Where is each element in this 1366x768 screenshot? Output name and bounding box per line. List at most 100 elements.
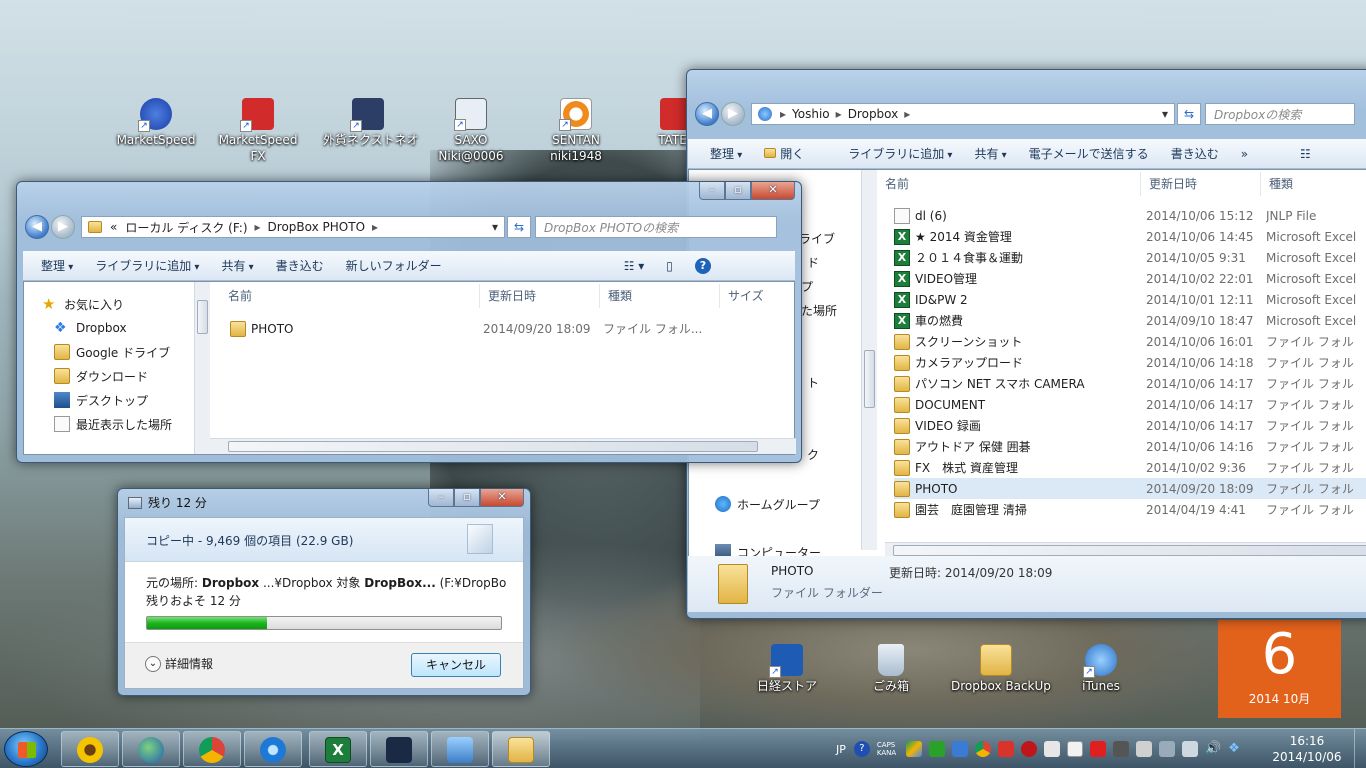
desktop-icon-saxo[interactable]: ↗ SAXO Niki@0006 [426,98,516,164]
system-clock[interactable]: 16:16 2014/10/06 [1272,733,1342,765]
antivirus-tray-icon[interactable] [1021,741,1038,757]
printer-tray-icon[interactable] [1113,741,1130,757]
explorer-window-dropbox-photo[interactable]: – ▫ ✕ ◀ ▶ « ローカル ディスク (F:) ▸ DropBox PHO… [16,181,802,463]
desktop-icon-dropbox-backup[interactable]: Dropbox BackUp [951,644,1051,694]
calendar-gadget[interactable]: 6 2014 10月 [1218,620,1341,718]
close-button[interactable]: ✕ [751,182,795,200]
nav-item-desktop[interactable]: デスクトップ [42,388,197,412]
file-row[interactable]: PHOTO 2014/09/20 18:09 ファイル フォル... [230,318,790,339]
back-button[interactable]: ◀ [25,215,49,239]
desktop-icon-sentan[interactable]: ↗ SENTAN niki1948 [531,98,621,164]
file-list-hscrollbar[interactable] [210,438,796,454]
taskbar-app-sunflower[interactable] [61,731,119,767]
organize-menu[interactable]: 整理 [710,145,742,162]
address-dropdown-icon[interactable]: ▾ [1162,107,1168,121]
file-row[interactable]: アウトドア 保健 囲碁 2014/10/06 14:16 ファイル フォル [894,436,1366,457]
search-input[interactable]: Dropboxの検索 [1205,103,1355,125]
security-tray-icon[interactable] [998,741,1015,757]
start-button[interactable] [4,731,48,767]
check-tray-icon[interactable] [929,741,946,757]
window-tray-icon[interactable] [1044,741,1061,757]
nav-item-recent-places[interactable]: 最近表示した場所 [42,412,197,436]
burn-button[interactable]: 書き込む [276,257,324,274]
file-row[interactable]: スクリーンショット 2014/10/06 16:01 ファイル フォル [894,331,1366,352]
file-row[interactable]: パソコン NET スマホ CAMERA 2014/10/06 14:17 ファイル … [894,373,1366,394]
desktop-icon-tate[interactable]: TATE niki [640,98,686,148]
refresh-icon[interactable]: ⇆ [507,216,531,238]
column-name[interactable]: 名前 [220,284,480,308]
calendar-tray-icon[interactable] [1067,741,1084,757]
desktop-icon-itunes[interactable]: ↗ iTunes [1056,644,1146,694]
share-menu[interactable]: 共有 [974,145,1006,162]
search-input[interactable]: DropBox PHOTOの検索 [535,216,777,238]
file-row[interactable]: FX 株式 資産管理 2014/10/02 9:36 ファイル フォル [894,457,1366,478]
minimize-button[interactable]: – [428,489,454,507]
nav-item-google-drive[interactable]: Google ドライブ [42,340,197,364]
ime-status[interactable]: CAPS KANA [877,741,896,757]
nav-item-favorites[interactable]: ★ お気に入り [42,292,197,316]
file-row[interactable]: カメラアップロード 2014/10/06 14:18 ファイル フォル [894,352,1366,373]
column-date[interactable]: 更新日時 [1141,172,1261,196]
address-bar[interactable]: ▸ Yoshio ▸ Dropbox ▸ ▾ [751,103,1175,125]
taskbar-app-network[interactable] [431,731,489,767]
close-button[interactable]: ✕ [480,489,524,507]
burn-button[interactable]: 書き込む [1171,145,1219,162]
nav-scrollbar[interactable] [194,282,210,454]
refresh-icon[interactable]: ⇆ [1177,103,1201,125]
taskbar-app-excel[interactable]: X [309,731,367,767]
more-details-toggle[interactable]: ⌄ 詳細情報 [145,655,213,672]
help-icon[interactable]: ? [694,257,711,274]
file-row[interactable]: PHOTO 2014/09/20 18:09 ファイル フォル [894,478,1366,499]
file-row[interactable]: X ★ 2014 資金管理 2014/10/06 14:45 Microsoft Ex… [894,226,1366,247]
minimize-button[interactable]: – [699,182,725,200]
file-row[interactable]: dl (6) 2014/10/06 15:12 JNLP File [894,205,1366,226]
address-bar[interactable]: « ローカル ディスク (F:) ▸ DropBox PHOTO ▸ ▾ [81,216,505,238]
preview-pane-icon[interactable]: ▯ [666,259,673,273]
back-button[interactable]: ◀ [695,102,719,126]
file-row[interactable]: X ID&PW 2 2014/10/01 12:11 Microsoft Excel [894,289,1366,310]
navigation-pane[interactable]: ★ お気に入り ❖ Dropbox Google ドライブ ダウンロード デスク… [24,282,198,454]
desktop-icon-recycle-bin[interactable]: ごみ箱 [846,644,936,694]
maximize-button[interactable]: ▫ [725,182,751,200]
email-button[interactable]: 電子メールで送信する [1029,145,1149,162]
file-row[interactable]: X VIDEO管理 2014/10/02 22:01 Microsoft Excel [894,268,1366,289]
taskbar-app-chrome[interactable] [183,731,241,767]
add-to-library-menu[interactable]: ライブラリに追加 [848,145,952,162]
dropbox-tray-icon[interactable]: ❖ [1228,741,1244,757]
column-type[interactable]: 種類 [600,284,720,308]
forward-button[interactable]: ▶ [51,215,75,239]
nav-scrollbar[interactable] [861,170,877,550]
column-type[interactable]: 種類 [1261,172,1366,196]
add-to-library-menu[interactable]: ライブラリに追加 [95,257,199,274]
desktop-icon-gaika-next-neo[interactable]: ↗ 外貨ネクストネオ [323,98,419,148]
network-tray-icon[interactable] [1182,741,1199,757]
usb-tray-icon[interactable] [1159,741,1176,757]
flag-tray-icon[interactable] [1090,741,1107,757]
taskbar-app-explorer[interactable] [492,731,550,767]
maximize-button[interactable]: ▫ [454,489,480,507]
desktop-icon-nikkei-store[interactable]: ↗ 日経ストア [742,644,832,694]
taskbar-app-globe[interactable] [122,731,180,767]
device-tray-icon[interactable] [1136,741,1153,757]
nav-item-dropbox[interactable]: ❖ Dropbox [42,316,197,340]
view-options-icon[interactable]: ☷ [1300,147,1311,161]
language-indicator[interactable]: JP [836,743,846,756]
breadcrumb-dropbox[interactable]: Dropbox [848,107,899,121]
forward-button[interactable]: ▶ [721,102,745,126]
nav-item-homegroup[interactable]: ホームグループ [715,492,820,516]
new-folder-button[interactable]: 新しいフォルダー [346,257,442,274]
open-button[interactable]: 開く [764,145,826,162]
cancel-button[interactable]: キャンセル [411,653,501,677]
address-dropdown-icon[interactable]: ▾ [492,220,498,234]
taskbar-app-gaika-next[interactable] [370,731,428,767]
show-desktop-button[interactable] [1354,729,1366,768]
file-row[interactable]: VIDEO 録画 2014/10/06 14:17 ファイル フォル [894,415,1366,436]
breadcrumb-yoshio[interactable]: Yoshio [792,107,830,121]
share-menu[interactable]: 共有 [221,257,253,274]
ime-help-icon[interactable]: ? [853,741,870,757]
sync-tray-icon[interactable] [952,741,969,757]
view-options-icon[interactable]: ☷ ▾ [624,259,645,273]
breadcrumb-local-disk[interactable]: ローカル ディスク (F:) [125,219,247,236]
copy-progress-dialog[interactable]: 残り 12 分 – ▫ ✕ コピー中 - 9,469 個の項目 (22.9 GB… [117,488,531,696]
breadcrumb-dropbox-photo[interactable]: DropBox PHOTO [268,220,365,234]
